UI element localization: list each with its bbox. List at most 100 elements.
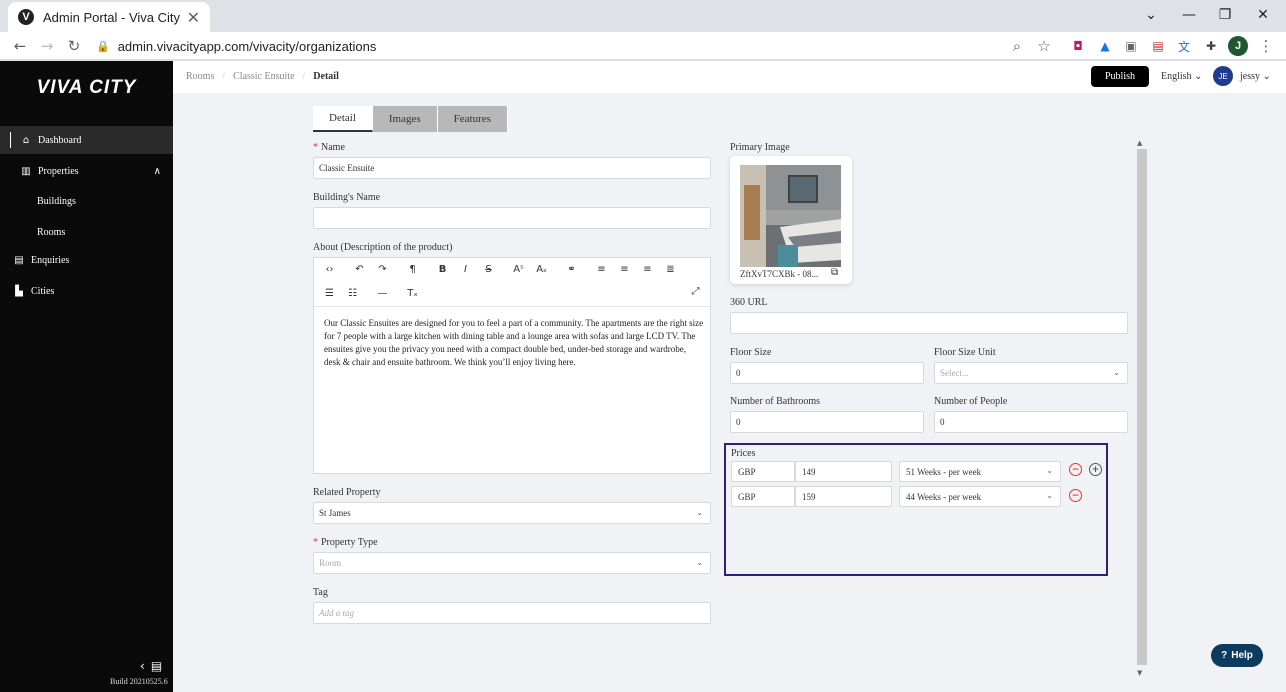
superscript-icon[interactable]: Aˢ	[507, 264, 530, 275]
prices-label: Prices	[731, 448, 756, 459]
open-external-icon[interactable]: ⧉	[831, 267, 838, 278]
subscript-icon[interactable]: Aₛ	[530, 264, 553, 275]
user-avatar[interactable]: JE	[1213, 66, 1233, 86]
remove-price-icon[interactable]: −	[1069, 489, 1082, 502]
forward-icon[interactable]: →	[36, 35, 58, 57]
sidebar-item-enquiries[interactable]: ▤ Enquiries	[0, 246, 173, 274]
fullscreen-icon[interactable]: ⤢	[684, 286, 707, 297]
horizontal-rule-icon[interactable]: —	[371, 288, 394, 299]
maximize-icon[interactable]: ❐	[1207, 0, 1243, 30]
url360-input[interactable]	[730, 312, 1128, 334]
close-tab-icon[interactable]: ✕	[187, 8, 200, 27]
primary-image-thumbnail[interactable]	[740, 165, 841, 267]
build-version: Build 20210525.6	[110, 677, 168, 686]
name-input[interactable]: Classic Ensuite	[313, 157, 711, 179]
primary-image-card[interactable]: ZftXvT7CXBk - 08... ⧉	[730, 156, 852, 284]
sidebar-collapse[interactable]: ‹ ▤	[140, 659, 162, 673]
paragraph-icon[interactable]: ¶	[401, 264, 424, 275]
browser-tab[interactable]: V Admin Portal - Viva City ✕	[8, 2, 210, 32]
browser-toolbar: ← → ↻ 🔒 admin.vivacityapp.com/vivacity/o…	[0, 32, 1286, 60]
price-amount-input[interactable]: 149	[795, 461, 892, 482]
tab-images[interactable]: Images	[372, 106, 438, 132]
puzzle-extensions-icon[interactable]: ✚	[1202, 37, 1220, 55]
align-right-icon[interactable]: ≡	[636, 264, 659, 275]
notes-icon[interactable]: ▤	[151, 659, 162, 673]
breadcrumb-rooms[interactable]: Rooms	[186, 71, 214, 82]
price-amount-input[interactable]: 159	[795, 486, 892, 507]
extension-icon[interactable]: ▣	[1122, 37, 1140, 55]
building-name-input[interactable]	[313, 207, 711, 229]
user-menu[interactable]: jessy ⌄	[1240, 71, 1271, 82]
language-selector[interactable]: English ⌄	[1161, 71, 1202, 82]
sidebar-item-properties[interactable]: ▥ Properties ∧	[0, 157, 173, 185]
building-name-label: Building's Name	[313, 192, 381, 203]
add-price-icon[interactable]: +	[1089, 463, 1102, 476]
align-center-icon[interactable]: ≡	[613, 264, 636, 275]
price-currency: GBP	[731, 486, 795, 507]
translate-extension-icon[interactable]: 文	[1175, 37, 1193, 55]
page-tabs: Detail Images Features	[313, 106, 508, 132]
scrollbar[interactable]	[1137, 149, 1147, 665]
sidebar-item-dashboard[interactable]: ⌂ Dashboard	[0, 126, 173, 154]
publish-button[interactable]: Publish	[1091, 66, 1149, 87]
floor-size-unit-select[interactable]: Select... ⌄	[934, 362, 1128, 384]
remove-price-icon[interactable]: −	[1069, 463, 1082, 476]
breadcrumb-classic-ensuite[interactable]: Classic Ensuite	[233, 71, 294, 82]
drive-extension-icon[interactable]: ▲	[1096, 37, 1114, 55]
link-icon[interactable]: ⚭	[560, 264, 583, 275]
tab-detail[interactable]: Detail	[313, 106, 373, 132]
viva-city-logo: VIVA CITY	[36, 77, 137, 98]
zoom-icon[interactable]: ⌕	[1006, 35, 1028, 57]
undo-icon[interactable]: ↶	[348, 264, 371, 275]
tab-features[interactable]: Features	[437, 106, 508, 132]
italic-icon[interactable]: I	[454, 264, 477, 275]
browser-tab-bar: V Admin Portal - Viva City ✕ ⌄ — ❐ ✕	[0, 0, 1286, 32]
clear-format-icon[interactable]: Tₓ	[401, 288, 424, 299]
address-bar[interactable]: 🔒 admin.vivacityapp.com/vivacity/organiz…	[96, 36, 1036, 56]
related-property-select[interactable]: St James ⌄	[313, 502, 711, 524]
bold-icon[interactable]: B	[431, 264, 454, 275]
bathrooms-input[interactable]: 0	[730, 411, 924, 433]
justify-icon[interactable]: ≣	[659, 264, 682, 275]
name-label-text: Name	[321, 142, 345, 153]
chevron-left-icon[interactable]: ‹	[140, 659, 145, 673]
profile-avatar[interactable]: J	[1228, 36, 1248, 56]
pocket-extension-icon[interactable]: ◘	[1069, 37, 1087, 55]
price-period-select[interactable]: 51 Weeks - per week ⌄	[899, 461, 1061, 482]
editor-content[interactable]: Our Classic Ensuites are designed for yo…	[324, 317, 704, 369]
scroll-up-icon[interactable]: ▲	[1137, 139, 1142, 147]
redo-icon[interactable]: ↷	[371, 264, 394, 275]
sidebar-item-buildings[interactable]: Buildings	[0, 187, 173, 215]
reload-icon[interactable]: ↻	[63, 35, 85, 57]
numbered-list-icon[interactable]: ☷	[341, 288, 364, 299]
bookmark-star-icon[interactable]: ☆	[1033, 35, 1055, 57]
sidebar-item-label: Buildings	[37, 195, 76, 207]
floor-size-input[interactable]: 0	[730, 362, 924, 384]
price-period-select[interactable]: 44 Weeks - per week ⌄	[899, 486, 1061, 507]
align-left-icon[interactable]: ≡	[590, 264, 613, 275]
close-window-icon[interactable]: ✕	[1245, 0, 1281, 30]
minimize-icon[interactable]: —	[1171, 0, 1207, 30]
sidebar-item-rooms[interactable]: Rooms	[0, 218, 173, 246]
sidebar-item-cities[interactable]: ▙ Cities	[0, 277, 173, 305]
url-text: admin.vivacityapp.com/vivacity/organizat…	[117, 38, 377, 54]
tag-input[interactable]: Add a tag	[313, 602, 711, 624]
sidebar-item-label: Rooms	[37, 226, 66, 238]
property-type-select[interactable]: Room ⌄	[313, 552, 711, 574]
url360-label: 360 URL	[730, 297, 768, 308]
code-view-icon[interactable]: ‹›	[318, 264, 341, 275]
people-input[interactable]: 0	[934, 411, 1128, 433]
bullet-list-icon[interactable]: ☰	[318, 288, 341, 299]
strikethrough-icon[interactable]: S	[477, 264, 500, 275]
scroll-down-icon[interactable]: ▼	[1137, 669, 1142, 677]
chevron-down-icon: ⌄	[1191, 71, 1203, 82]
related-property-value: St James	[319, 508, 351, 518]
back-icon[interactable]: ←	[9, 35, 31, 57]
browser-menu-icon[interactable]: ⋮	[1255, 35, 1277, 57]
price-currency: GBP	[731, 461, 795, 482]
tab-search-icon[interactable]: ⌄	[1133, 0, 1169, 30]
rich-text-editor[interactable]: ‹› ↶ ↷ ¶ B I S Aˢ Aₛ ⚭ ≡ ≡ ≡ ≣ ☰ ☷ — Tₓ …	[313, 257, 711, 474]
pdf-extension-icon[interactable]: ▤	[1149, 37, 1167, 55]
chevron-down-icon: ⌄	[696, 508, 703, 517]
help-button[interactable]: ? Help	[1211, 644, 1263, 667]
